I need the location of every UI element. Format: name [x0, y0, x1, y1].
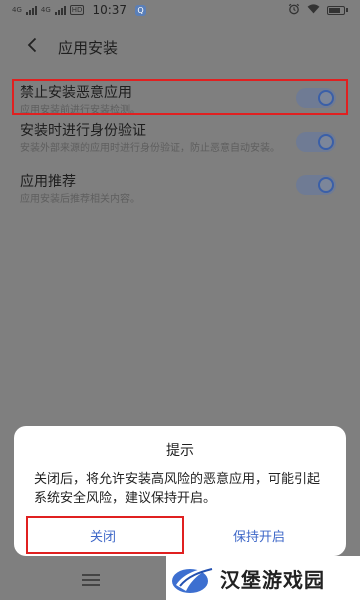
header: 应用安装 [0, 30, 360, 64]
highlight-box-close [26, 516, 184, 554]
alarm-icon [288, 3, 300, 18]
status-right [288, 3, 348, 18]
setting-title: 安装时进行身份验证 [20, 123, 146, 139]
toggle-knob [318, 177, 334, 193]
setting-desc: 应用安装后推荐相关内容。 [20, 194, 140, 205]
signal-1-icon [25, 5, 37, 15]
toggle-app-recommend[interactable] [296, 175, 336, 195]
setting-title: 应用推荐 [20, 174, 76, 190]
dialog-title: 提示 [166, 443, 194, 459]
setting-row-identity-verify[interactable]: 安装时进行身份验证 安装外部来源的应用时进行身份验证，防止恶意自动安装。 [20, 122, 340, 172]
setting-row-app-recommend[interactable]: 应用推荐 应用安装后推荐相关内容。 [20, 173, 340, 209]
toggle-knob [318, 134, 334, 150]
signal-1-label: 4G [12, 6, 22, 14]
keep-on-button[interactable]: 保持开启 [184, 520, 334, 550]
status-time: 10:37 [92, 3, 128, 17]
watermark-text: 汉堡游戏园 [220, 567, 325, 592]
toggle-identity-verify[interactable] [296, 132, 336, 152]
status-left: 4G 4G HD 10:37 Q [12, 3, 147, 17]
back-arrow-icon [27, 37, 37, 57]
signal-2-label: 4G [40, 6, 51, 14]
back-button[interactable] [12, 30, 52, 64]
wifi-icon [307, 3, 320, 17]
setting-desc: 安装外部来源的应用时进行身份验证，防止恶意自动安装。 [20, 143, 280, 154]
watermark: 汉堡游戏园 [166, 556, 360, 600]
app-notification-icon: Q [135, 4, 147, 16]
screen: 4G 4G HD 10:37 Q 应用安装 禁止安装恶意应用 应用安装前进行安装… [0, 0, 360, 600]
signal-2-icon [54, 5, 66, 15]
dialog-message: 关闭后，将允许安装高风险的恶意应用，可能引起系统安全风险，建议保持开启。 [34, 472, 321, 506]
watermark-logo-icon [170, 559, 214, 597]
status-bar: 4G 4G HD 10:37 Q [0, 0, 360, 20]
battery-icon [327, 5, 348, 15]
menu-icon[interactable] [82, 574, 100, 586]
hd-badge: HD [69, 5, 85, 15]
highlight-box-setting [12, 79, 348, 115]
page-title: 应用安装 [58, 38, 119, 57]
